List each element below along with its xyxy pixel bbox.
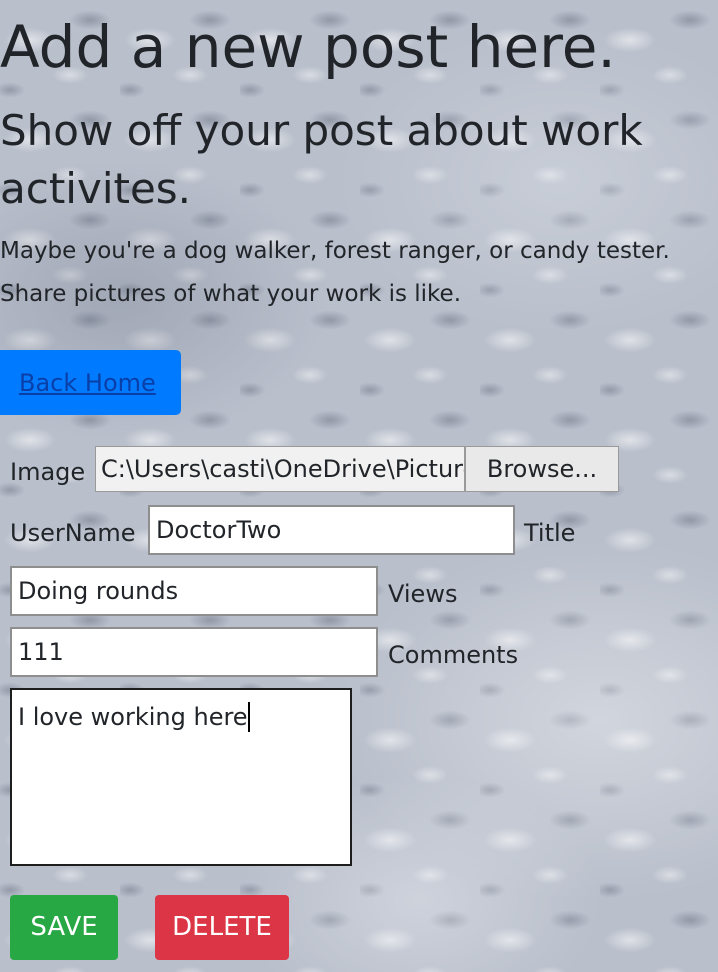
page-title: Add a new post here. — [0, 13, 616, 81]
views-input[interactable]: 111 — [10, 627, 378, 677]
text-cursor — [247, 702, 250, 732]
comments-text: I love working here — [18, 703, 248, 731]
page-description-line-1: Maybe you're a dog walker, forest ranger… — [0, 238, 670, 264]
page-description-line-2: Share pictures of what your work is like… — [0, 281, 462, 307]
image-file-path[interactable]: C:\Users\casti\OneDrive\Pictures — [95, 446, 465, 492]
title-label: Title — [524, 519, 576, 547]
username-input[interactable]: DoctorTwo — [148, 505, 515, 555]
back-home-button[interactable]: Back Home — [0, 350, 181, 415]
username-label: UserName — [10, 519, 136, 547]
comments-label: Comments — [388, 641, 519, 669]
delete-button[interactable]: DELETE — [155, 895, 289, 960]
page-subtitle: Show off your post about work activites. — [0, 106, 643, 213]
save-button[interactable]: SAVE — [10, 895, 118, 960]
views-label: Views — [388, 580, 458, 608]
title-input[interactable]: Doing rounds — [10, 566, 378, 616]
browse-button[interactable]: Browse... — [465, 446, 619, 492]
image-label: Image — [10, 458, 86, 486]
comments-textarea[interactable]: I love working here — [10, 688, 352, 866]
